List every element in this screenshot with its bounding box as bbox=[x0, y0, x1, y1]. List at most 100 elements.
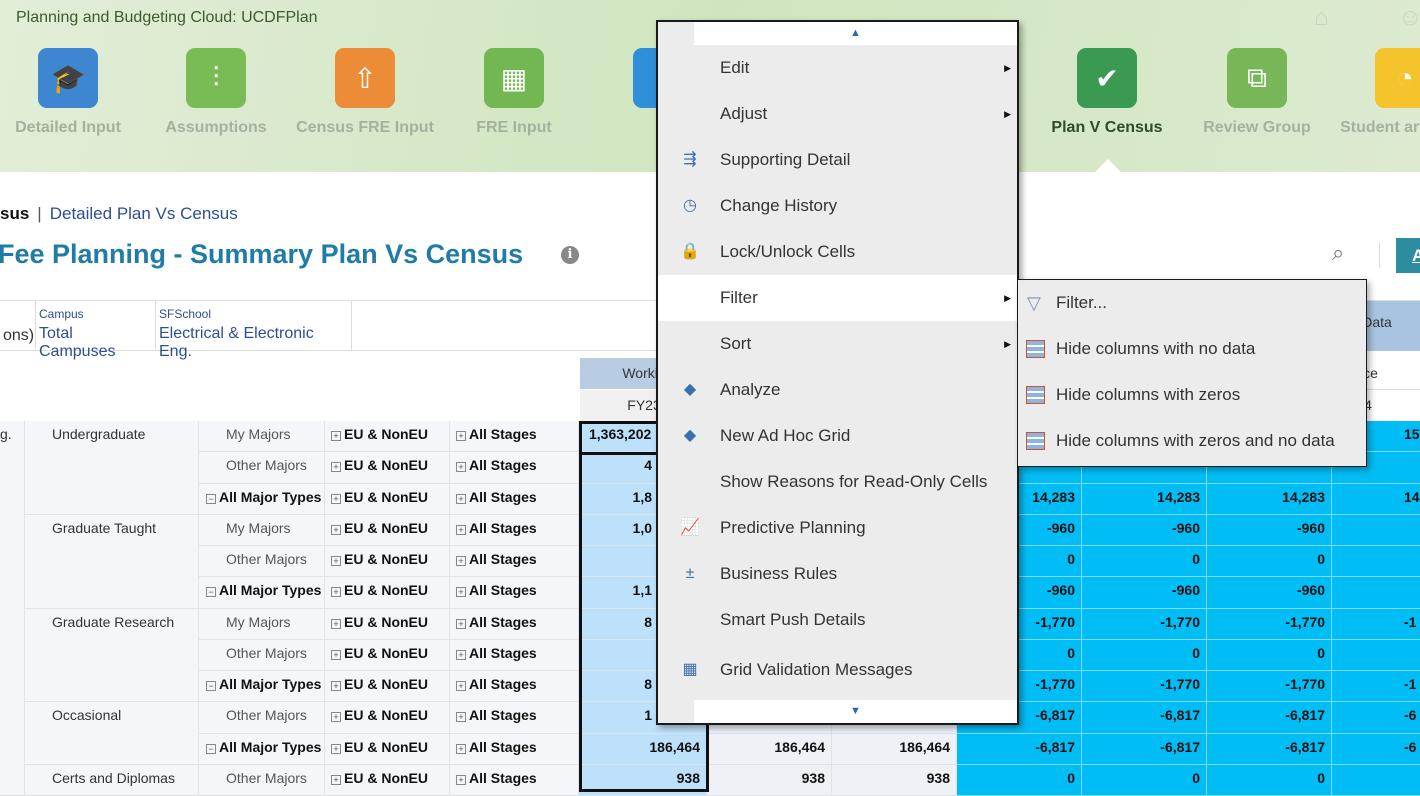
menu-item-analyze[interactable]: ◆ Analyze bbox=[658, 367, 1017, 413]
row-header-stage[interactable]: + All Stages bbox=[450, 452, 579, 484]
row-header-program[interactable]: Occasional bbox=[25, 702, 199, 765]
data-cell[interactable]: 0 bbox=[1082, 764, 1207, 796]
row-header-major[interactable]: − All Major Types bbox=[199, 733, 325, 765]
data-cell[interactable] bbox=[1332, 577, 1420, 609]
breadcrumb-link-detailed[interactable]: Detailed Plan Vs Census bbox=[50, 204, 238, 223]
menu-item-show-reasons-for-read-only-cells[interactable]: Show Reasons for Read-Only Cells bbox=[658, 459, 1017, 505]
data-cell[interactable] bbox=[1332, 546, 1420, 578]
row-header-program[interactable]: Graduate Research bbox=[25, 608, 199, 703]
menu-item-supporting-detail[interactable]: ⇶ Supporting Detail bbox=[658, 137, 1017, 183]
data-cell[interactable]: 14 bbox=[1332, 483, 1420, 515]
row-header-region[interactable]: + EU & NonEU bbox=[325, 733, 450, 765]
row-header-major[interactable]: Other Majors bbox=[199, 546, 325, 578]
data-cell[interactable]: 938 bbox=[832, 764, 957, 796]
row-header-stage[interactable]: + All Stages bbox=[450, 577, 579, 609]
data-cell[interactable]: 14,283 bbox=[1207, 483, 1332, 515]
data-cell[interactable]: -6,817 bbox=[1082, 733, 1207, 765]
menu-item-sort[interactable]: Sort ▶ bbox=[658, 321, 1017, 367]
menu-item-change-history[interactable]: ◷ Change History bbox=[658, 183, 1017, 229]
data-cell[interactable]: 14,283 bbox=[1082, 483, 1207, 515]
row-header-region[interactable]: + EU & NonEU bbox=[325, 608, 450, 640]
data-cell[interactable]: 0 bbox=[1207, 546, 1332, 578]
data-cell[interactable] bbox=[1332, 764, 1420, 796]
row-header-region[interactable]: + EU & NonEU bbox=[325, 452, 450, 484]
row-header-major[interactable]: − All Major Types bbox=[199, 483, 325, 515]
data-cell[interactable]: -6 bbox=[1332, 733, 1420, 765]
row-header-major[interactable]: Other Majors bbox=[199, 452, 325, 484]
data-cell[interactable] bbox=[1332, 639, 1420, 671]
nav-tile-assumptions[interactable]: ⫶ Assumptions bbox=[141, 48, 291, 137]
menu-item-lock-unlock-cells[interactable]: 🔒 Lock/Unlock Cells bbox=[658, 229, 1017, 275]
row-header-stage[interactable]: + All Stages bbox=[450, 702, 579, 734]
data-cell[interactable]: 0 bbox=[1082, 639, 1207, 671]
data-cell[interactable]: -6,817 bbox=[1082, 702, 1207, 734]
row-header-major[interactable]: Other Majors bbox=[199, 764, 325, 796]
row-header-stage[interactable]: + All Stages bbox=[450, 671, 579, 703]
nav-tile-fre-input[interactable]: ▦ FRE Input bbox=[439, 48, 589, 137]
pov-member[interactable]: ons) bbox=[0, 301, 36, 351]
data-cell[interactable]: -1,770 bbox=[1207, 608, 1332, 640]
nav-tile-student-ar-repor[interactable]: ◔ Student ar Repor bbox=[1330, 48, 1420, 137]
row-header-region[interactable]: + EU & NonEU bbox=[325, 514, 450, 546]
nav-tile-review-group[interactable]: ⧉ Review Group bbox=[1182, 48, 1332, 137]
grid-search-icon[interactable]: ⌕ bbox=[1332, 240, 1344, 266]
row-header-major[interactable]: − All Major Types bbox=[199, 671, 325, 703]
pov-school[interactable]: SFSchool Electrical & Electronic Eng. bbox=[156, 301, 352, 360]
pov-campus[interactable]: Campus Total Campuses bbox=[36, 301, 156, 360]
data-cell[interactable]: -6,817 bbox=[1207, 702, 1332, 734]
row-header-program[interactable]: Undergraduate bbox=[25, 421, 199, 515]
row-header-stage[interactable]: + All Stages bbox=[450, 483, 579, 515]
row-header-major[interactable]: − All Major Types bbox=[199, 577, 325, 609]
row-header-region[interactable]: + EU & NonEU bbox=[325, 764, 450, 796]
row-header-stage[interactable]: + All Stages bbox=[450, 421, 579, 453]
row-header-major[interactable]: My Majors bbox=[199, 514, 325, 546]
row-header-program[interactable]: Certs and Diplomas bbox=[25, 764, 199, 796]
menu-item-smart-push-details[interactable]: Smart Push Details bbox=[658, 597, 1017, 643]
menu-item-filter[interactable]: Filter ▶ bbox=[658, 275, 1017, 321]
data-cell[interactable]: -960 bbox=[1207, 514, 1332, 546]
menu-item-new-ad-hoc-grid[interactable]: ◆ New Ad Hoc Grid bbox=[658, 413, 1017, 459]
row-header-program[interactable]: Graduate Taught bbox=[25, 514, 199, 609]
row-header-stage[interactable]: + All Stages bbox=[450, 639, 579, 671]
row-header-stage[interactable]: + All Stages bbox=[450, 608, 579, 640]
data-cell[interactable]: 0 bbox=[1082, 546, 1207, 578]
menu-item-predictive-planning[interactable]: 📈 Predictive Planning bbox=[658, 505, 1017, 551]
data-cell[interactable]: -960 bbox=[1082, 577, 1207, 609]
data-cell[interactable]: -6,817 bbox=[957, 733, 1082, 765]
data-cell[interactable]: -960 bbox=[1207, 577, 1332, 609]
info-icon[interactable]: i bbox=[561, 246, 579, 264]
data-cell[interactable]: 0 bbox=[1207, 764, 1332, 796]
submenu-item-hide-columns-with-no-data[interactable]: Hide columns with no data bbox=[1018, 326, 1364, 372]
menu-item-grid-validation-messages[interactable]: ▦ Grid Validation Messages bbox=[658, 647, 1017, 693]
row-header-stage[interactable]: + All Stages bbox=[450, 764, 579, 796]
row-header-major[interactable]: My Majors bbox=[199, 421, 325, 453]
menu-item-adjust[interactable]: Adjust ▶ bbox=[658, 91, 1017, 137]
menu-scroll-down-icon[interactable]: ▼ bbox=[694, 700, 1017, 723]
row-header-region[interactable]: + EU & NonEU bbox=[325, 702, 450, 734]
row-header-stage[interactable]: + All Stages bbox=[450, 546, 579, 578]
home-icon[interactable]: ⌂ bbox=[1314, 4, 1329, 32]
menu-item-business-rules[interactable]: ± Business Rules bbox=[658, 551, 1017, 597]
submenu-item-hide-columns-with-zeros[interactable]: Hide columns with zeros bbox=[1018, 372, 1364, 418]
menu-item-edit[interactable]: Edit ▶ bbox=[658, 45, 1017, 91]
row-header-region[interactable]: + EU & NonEU bbox=[325, 671, 450, 703]
accessibility-icon[interactable]: ☺ bbox=[1398, 4, 1420, 32]
row-header-stage[interactable]: + All Stages bbox=[450, 514, 579, 546]
row-header-region[interactable]: + EU & NonEU bbox=[325, 483, 450, 515]
row-header-region[interactable]: + EU & NonEU bbox=[325, 639, 450, 671]
actions-button[interactable]: A bbox=[1396, 238, 1420, 273]
nav-tile-census-fre-input[interactable]: ⇧ Census FRE Input bbox=[290, 48, 440, 137]
data-cell[interactable]: -1 bbox=[1332, 671, 1420, 703]
row-header-stage[interactable]: + All Stages bbox=[450, 733, 579, 765]
data-cell[interactable]: -6,817 bbox=[1207, 733, 1332, 765]
data-cell[interactable]: 0 bbox=[1207, 639, 1332, 671]
menu-scroll-up-icon[interactable]: ▲ bbox=[694, 22, 1017, 45]
data-cell[interactable]: -1,770 bbox=[1082, 608, 1207, 640]
data-cell[interactable]: 938 bbox=[707, 764, 832, 796]
data-cell[interactable]: -1,770 bbox=[1207, 671, 1332, 703]
data-cell[interactable] bbox=[1332, 514, 1420, 546]
row-header-major[interactable]: Other Majors bbox=[199, 702, 325, 734]
row-header-region[interactable]: + EU & NonEU bbox=[325, 577, 450, 609]
row-header-region[interactable]: + EU & NonEU bbox=[325, 421, 450, 453]
data-cell[interactable]: 186,464 bbox=[832, 733, 957, 765]
